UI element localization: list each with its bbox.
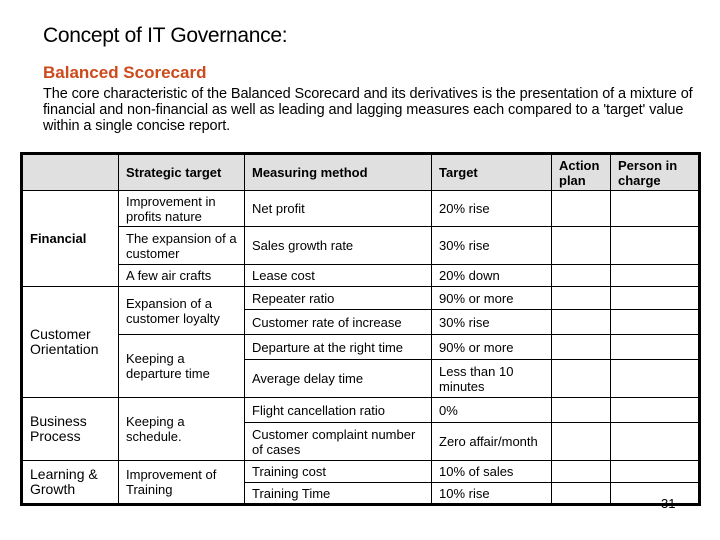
- table-row: A few air crafts Lease cost 20% down: [22, 264, 700, 287]
- measure-method-cell: Average delay time: [244, 359, 432, 398]
- measure-method-cell: Customer complaint number of cases: [244, 422, 432, 461]
- measure-method-cell: Customer rate of increase: [244, 309, 432, 335]
- strategic-target-cell: Keeping a schedule.: [118, 397, 245, 461]
- action-plan-cell: [551, 286, 611, 310]
- header-strategic-target: Strategic target: [118, 153, 245, 191]
- action-plan-cell: [551, 422, 611, 461]
- balanced-scorecard-table: Strategic target Measuring method Target…: [20, 152, 701, 506]
- measure-target-cell: 20% rise: [431, 190, 552, 227]
- header-perspective: [21, 153, 119, 191]
- page-number: 31: [661, 496, 676, 511]
- person-in-charge-cell: [610, 226, 700, 265]
- measure-target-cell: 30% rise: [431, 226, 552, 265]
- person-in-charge-cell: [610, 309, 700, 335]
- perspective-learning-growth: Learning & Growth: [21, 460, 119, 505]
- slide-subtitle: Balanced Scorecard: [43, 63, 207, 82]
- measure-method-cell: Departure at the right time: [244, 334, 432, 360]
- measure-target-cell: 90% or more: [431, 334, 552, 360]
- person-in-charge-cell: [610, 359, 700, 398]
- slide-title: Concept of IT Governance:: [43, 24, 288, 47]
- perspective-business-process: Business Process: [21, 397, 119, 461]
- action-plan-cell: [551, 309, 611, 335]
- measure-target-cell: 90% or more: [431, 286, 552, 310]
- person-in-charge-cell: [610, 264, 700, 287]
- measure-method-cell: Flight cancellation ratio: [244, 397, 432, 423]
- person-in-charge-cell: [610, 397, 700, 423]
- strategic-target-cell: The expansion of a customer: [118, 226, 245, 265]
- action-plan-cell: [551, 482, 611, 505]
- measure-method-cell: Net profit: [244, 190, 432, 227]
- measure-method-cell: Training Time: [244, 482, 432, 505]
- person-in-charge-cell: [610, 482, 700, 505]
- header-person-in-charge: Person in charge: [610, 153, 700, 191]
- strategic-target-cell: Expansion of a customer loyalty: [118, 286, 245, 335]
- header-target: Target: [431, 153, 552, 191]
- action-plan-cell: [551, 190, 611, 227]
- slide-description: The core characteristic of the Balanced …: [43, 86, 693, 134]
- table-row: Business Process Keeping a schedule. Fli…: [21, 397, 700, 461]
- person-in-charge-cell: [610, 460, 700, 483]
- person-in-charge-cell: [610, 286, 700, 310]
- measure-target-cell: 0%: [431, 397, 552, 423]
- person-in-charge-cell: [610, 190, 700, 227]
- table-row: Learning & Growth Improvement of Trainin…: [21, 460, 700, 505]
- action-plan-cell: [551, 334, 611, 360]
- strategic-target-cell: Keeping a departure time: [118, 334, 245, 398]
- perspective-financial: Financial: [21, 190, 119, 287]
- table-row: The expansion of a customer Sales growth…: [22, 226, 700, 265]
- person-in-charge-cell: [610, 334, 700, 360]
- action-plan-cell: [551, 226, 611, 265]
- measure-target-cell: 10% of sales: [431, 460, 552, 483]
- measure-target-cell: 30% rise: [431, 309, 552, 335]
- perspective-customer-orientation: Customer Orientation: [21, 286, 119, 398]
- measure-target-cell: Zero affair/month: [431, 422, 552, 461]
- strategic-target-cell: A few air crafts: [118, 264, 245, 287]
- table-row: Customer Orientation Expansion of a cust…: [21, 286, 700, 398]
- table-row: Keeping a departure time Departure at th…: [22, 334, 700, 398]
- table-row: Financial Improvement in profits nature …: [21, 190, 700, 287]
- table-header-row: Strategic target Measuring method Target…: [21, 153, 700, 191]
- action-plan-cell: [551, 264, 611, 287]
- measure-target-cell: 20% down: [431, 264, 552, 287]
- measure-target-cell: Less than 10 minutes: [431, 359, 552, 398]
- header-action-plan: Action plan: [551, 153, 611, 191]
- strategic-target-cell: Improvement of Training: [118, 460, 245, 505]
- person-in-charge-cell: [610, 422, 700, 461]
- measure-target-cell: 10% rise: [431, 482, 552, 505]
- action-plan-cell: [551, 359, 611, 398]
- header-measuring-method: Measuring method: [244, 153, 432, 191]
- measure-method-cell: Repeater ratio: [244, 286, 432, 310]
- action-plan-cell: [551, 460, 611, 483]
- measure-method-cell: Sales growth rate: [244, 226, 432, 265]
- measure-method-cell: Lease cost: [244, 264, 432, 287]
- action-plan-cell: [551, 397, 611, 423]
- strategic-target-cell: Improvement in profits nature: [118, 190, 245, 227]
- measure-method-cell: Training cost: [244, 460, 432, 483]
